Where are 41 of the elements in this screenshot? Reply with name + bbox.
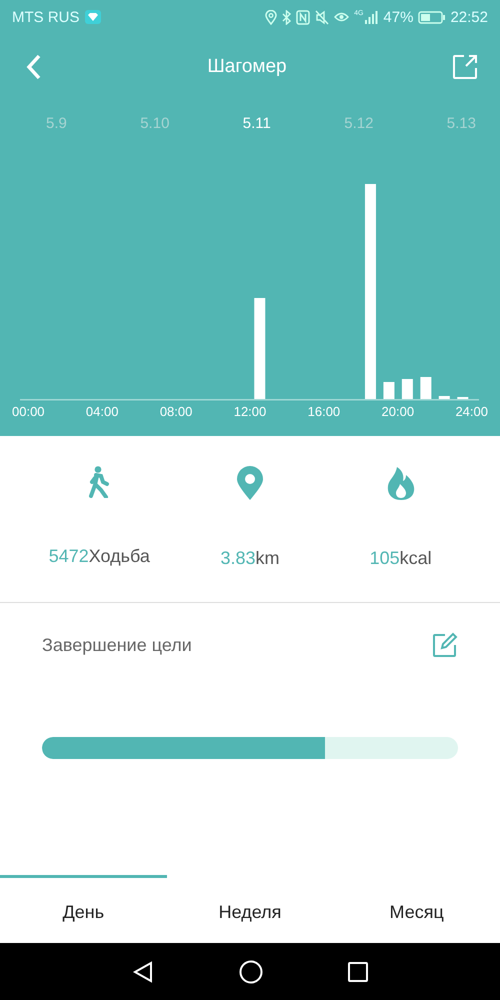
eye-icon	[334, 11, 350, 23]
chart-bar	[383, 382, 394, 399]
date-tab[interactable]: 5.12	[344, 114, 374, 132]
axis-label: 16:00	[308, 404, 340, 419]
axis-label: 12:00	[234, 404, 266, 419]
date-tab[interactable]: 5.9	[46, 114, 67, 132]
walking-person-icon	[88, 466, 110, 498]
axis-label: 04:00	[86, 404, 118, 419]
location-pin-icon	[236, 466, 264, 500]
back-nav-icon[interactable]	[132, 960, 154, 982]
axis-label: 24:00	[455, 404, 488, 419]
axis-label: 20:00	[382, 404, 414, 419]
axis-label: 00:00	[12, 404, 45, 419]
clock: 22:52	[450, 8, 488, 26]
date-tab[interactable]: 5.13	[446, 114, 476, 132]
date-tab[interactable]: 5.10	[140, 114, 170, 132]
goal-title: Завершение цели	[42, 634, 192, 656]
screen-title: Шагомер	[207, 56, 287, 78]
nfc-icon	[296, 10, 310, 24]
bluetooth-icon	[282, 10, 292, 24]
home-nav-icon[interactable]	[238, 960, 263, 984]
recents-nav-icon[interactable]	[348, 962, 368, 982]
stat-value: 3.83	[220, 548, 256, 568]
carrier-name: MTS RUS	[12, 8, 80, 26]
battery-icon	[418, 10, 446, 24]
date-tab[interactable]: 5.11	[242, 114, 271, 132]
flame-icon	[386, 466, 416, 500]
chart-bar	[420, 377, 432, 399]
stat-value: 105	[370, 548, 400, 568]
stat-unit: Ходьба	[88, 546, 150, 566]
axis-label: 08:00	[160, 404, 192, 419]
chart-bar	[402, 379, 413, 399]
location-icon	[265, 10, 278, 24]
diamond-icon	[84, 10, 100, 24]
stat-value: 5472	[48, 546, 89, 566]
stat-unit: kcal	[400, 548, 432, 568]
battery-percent: 47%	[383, 8, 414, 26]
signal-icon	[364, 10, 378, 24]
muted-speaker-icon	[315, 10, 330, 24]
chart-bar	[438, 396, 450, 399]
stat-unit: km	[256, 548, 280, 568]
